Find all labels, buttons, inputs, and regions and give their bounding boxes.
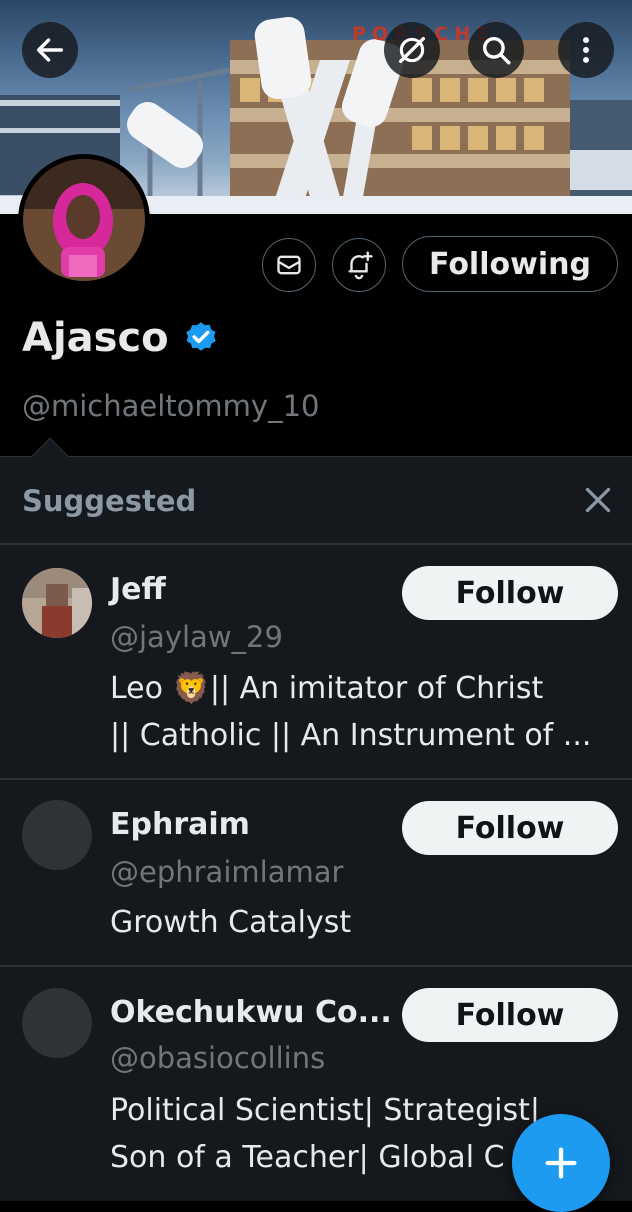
close-icon[interactable] — [580, 482, 616, 518]
user-bio-line: Growth Catalyst — [110, 905, 352, 940]
compose-button[interactable] — [512, 1114, 610, 1212]
user-name[interactable]: Okechukwu Co... — [110, 995, 392, 1030]
notifications-button[interactable] — [332, 238, 386, 292]
avatar-image — [23, 159, 145, 281]
more-vertical-icon — [583, 37, 589, 63]
display-name-text: Ajasco — [22, 315, 169, 361]
arrow-left-icon — [36, 38, 64, 62]
back-button[interactable] — [22, 22, 78, 78]
more-options-button[interactable] — [558, 22, 614, 78]
suggested-title: Suggested — [22, 484, 197, 518]
follow-button[interactable]: Follow — [402, 566, 618, 620]
user-name[interactable]: Jeff — [110, 572, 166, 607]
profile-avatar[interactable] — [18, 154, 150, 286]
user-handle: @ephraimlamar — [110, 855, 344, 889]
grok-button[interactable] — [384, 22, 440, 78]
following-button[interactable]: Following — [402, 236, 618, 292]
avatar-image — [22, 568, 92, 638]
user-bio-line: || Catholic || An Instrument of ... — [110, 718, 592, 753]
avatar[interactable] — [22, 988, 92, 1058]
bell-plus-icon — [348, 251, 373, 280]
divider — [0, 965, 632, 967]
follow-button[interactable]: Follow — [402, 801, 618, 855]
user-bio-line: Leo 🦁|| An imitator of Christ — [110, 671, 544, 706]
avatar[interactable] — [22, 568, 92, 638]
profile-name: Ajasco — [22, 315, 219, 361]
user-handle: @jaylaw_29 — [110, 620, 283, 654]
message-button[interactable] — [262, 238, 316, 292]
follow-button[interactable]: Follow — [402, 988, 618, 1042]
user-name[interactable]: Ephraim — [110, 807, 250, 842]
search-button[interactable] — [468, 22, 524, 78]
user-handle: @obasiocollins — [110, 1041, 326, 1075]
plus-icon — [545, 1147, 577, 1179]
user-bio-line: Son of a Teacher| Global C — [110, 1140, 505, 1175]
avatar[interactable] — [22, 800, 92, 870]
verified-badge-icon — [185, 322, 216, 351]
mail-icon — [277, 255, 301, 275]
user-bio-line: Political Scientist| Strategist| — [110, 1093, 540, 1128]
search-icon — [482, 36, 511, 65]
divider — [0, 543, 632, 545]
profile-handle: @michaeltommy_10 — [22, 389, 320, 423]
grok-icon — [398, 36, 426, 64]
divider — [0, 778, 632, 780]
